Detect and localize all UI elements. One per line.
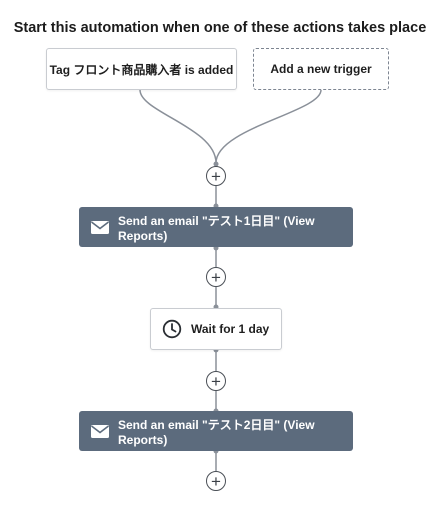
wait-step[interactable]: Wait for 1 day (150, 308, 282, 350)
step-label: Wait for 1 day (191, 322, 270, 336)
add-step-button[interactable]: + (206, 166, 226, 186)
add-step-button[interactable]: + (206, 371, 226, 391)
envelope-icon (91, 424, 109, 438)
add-step-button[interactable]: + (206, 471, 226, 491)
send-email-step-1[interactable]: Send an email "テスト1日目" (View Reports) (79, 207, 353, 247)
add-step-button[interactable]: + (206, 267, 226, 287)
clock-icon (162, 319, 182, 339)
envelope-icon (91, 220, 109, 234)
step-label: Send an email "テスト2日目" (View Reports) (118, 417, 315, 447)
send-email-step-2[interactable]: Send an email "テスト2日目" (View Reports) (79, 411, 353, 451)
step-label: Send an email "テスト1日目" (View Reports) (118, 213, 315, 243)
